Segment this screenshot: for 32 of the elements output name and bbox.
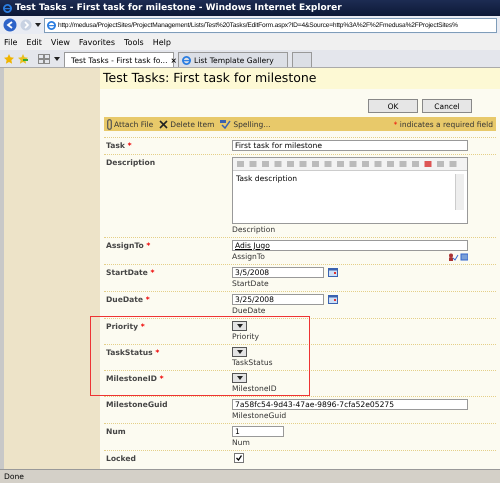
menu-item[interactable]: Edit xyxy=(26,38,42,46)
caret-icon xyxy=(236,350,242,354)
checkmark-icon xyxy=(236,455,242,461)
delete-icon xyxy=(159,120,168,128)
dropdown[interactable] xyxy=(232,373,247,383)
browser-icon xyxy=(3,4,12,12)
back-icon[interactable] xyxy=(3,18,17,32)
quick-tabs-icon[interactable] xyxy=(38,54,50,64)
page-title: Test Tasks: First task for milestone xyxy=(100,68,500,89)
checkbox[interactable] xyxy=(234,453,244,463)
menu-item[interactable]: Favorites xyxy=(78,38,116,46)
window-title: Test Tasks - First task for milestone - Windows Internet Explorer xyxy=(15,3,342,13)
menu-item[interactable]: File xyxy=(4,38,18,46)
scrollbar xyxy=(455,174,464,210)
dropdown[interactable] xyxy=(232,347,247,357)
star-icon[interactable] xyxy=(4,54,14,64)
spellcheck-icon xyxy=(220,120,232,128)
menu-item[interactable]: Tools xyxy=(124,38,144,46)
calendar-icon[interactable] xyxy=(328,295,338,304)
check-names-icon[interactable] xyxy=(448,253,468,261)
calendar-icon[interactable] xyxy=(328,268,338,277)
menu-item[interactable]: View xyxy=(50,38,70,46)
add-favorite-icon[interactable] xyxy=(18,54,28,64)
dropdown[interactable] xyxy=(232,321,247,331)
menu-item[interactable]: Help xyxy=(152,38,171,46)
paperclip-icon xyxy=(107,118,112,130)
caret-icon xyxy=(236,324,242,328)
caret-icon xyxy=(54,57,60,61)
caret-icon xyxy=(236,376,242,380)
browser-icon xyxy=(47,20,56,30)
caret-icon xyxy=(35,23,41,27)
browser-icon xyxy=(182,56,191,64)
